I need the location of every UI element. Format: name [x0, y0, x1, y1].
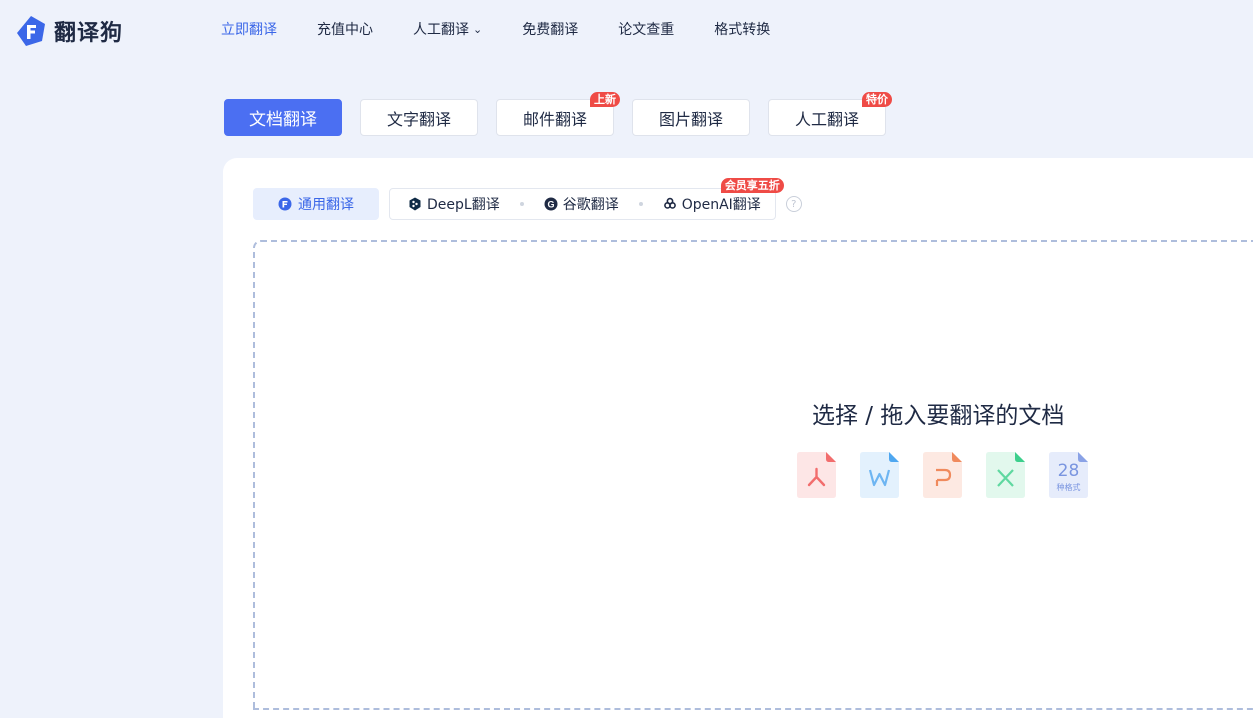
- new-badge: 上新: [590, 92, 620, 107]
- google-icon: G: [544, 197, 558, 211]
- excel-icon: [986, 452, 1025, 498]
- top-nav: 立即翻译 充值中心 人工翻译 ⌄ 免费翻译 论文查重 格式转换: [221, 20, 810, 40]
- general-translate-icon: [278, 197, 292, 211]
- tab-image-translation[interactable]: 图片翻译: [632, 99, 750, 136]
- supported-formats: 28 种格式: [797, 452, 1088, 498]
- engine-deepl[interactable]: DeepL翻译: [408, 194, 500, 214]
- tab-label: 文档翻译: [249, 110, 317, 130]
- file-dropzone[interactable]: [253, 240, 1253, 710]
- chevron-down-icon: ⌄: [473, 23, 483, 36]
- engine-selector: 通用翻译 DeepL翻译 G 谷歌翻译 OpenAI翻译 会员享五折 ?: [253, 178, 802, 220]
- member-discount-badge: 会员享五折: [720, 178, 784, 193]
- nav-item-recharge[interactable]: 充值中心: [317, 20, 373, 40]
- engine-label: OpenAI翻译: [681, 197, 761, 213]
- nav-item-human-translation[interactable]: 人工翻译 ⌄: [413, 20, 482, 40]
- tab-label: 人工翻译: [794, 109, 859, 129]
- nav-item-plagiarism-check[interactable]: 论文查重: [618, 20, 674, 40]
- openai-icon: [663, 197, 676, 209]
- engine-options: DeepL翻译 G 谷歌翻译 OpenAI翻译 会员享五折: [389, 178, 784, 220]
- special-price-badge: 特价: [862, 92, 892, 107]
- f-diamond-logo-icon: [17, 16, 45, 46]
- engine-openai[interactable]: OpenAI翻译: [663, 194, 761, 214]
- tab-label: 图片翻译: [658, 109, 723, 129]
- pdf-icon: [797, 452, 836, 498]
- engine-label: DeepL翻译: [427, 197, 500, 213]
- engine-google[interactable]: G 谷歌翻译: [544, 194, 619, 214]
- main-panel: 通用翻译 DeepL翻译 G 谷歌翻译 OpenAI翻译 会员享五折 ? 选择 …: [223, 158, 1253, 718]
- nav-item-translate-now[interactable]: 立即翻译: [221, 20, 277, 40]
- nav-label: 立即翻译: [221, 22, 277, 38]
- nav-label: 格式转换: [714, 22, 771, 38]
- more-formats-icon: 28 种格式: [1049, 452, 1088, 498]
- svg-text:G: G: [547, 199, 554, 209]
- brand-logo[interactable]: 翻译狗: [14, 14, 123, 48]
- brand-name: 翻译狗: [54, 21, 124, 46]
- deepl-icon: [409, 197, 421, 211]
- tab-human-translation[interactable]: 人工翻译 特价: [768, 92, 892, 136]
- tab-email-translation[interactable]: 邮件翻译 上新: [496, 92, 620, 136]
- tab-text-translation[interactable]: 文字翻译: [360, 99, 478, 136]
- separator-dot: [638, 202, 643, 206]
- engine-general-button[interactable]: 通用翻译: [253, 188, 379, 220]
- nav-label: 人工翻译: [413, 22, 469, 38]
- tab-label: 邮件翻译: [522, 109, 587, 129]
- engine-general-label: 通用翻译: [298, 197, 354, 213]
- tab-label: 文字翻译: [386, 109, 451, 129]
- nav-label: 免费翻译: [522, 22, 579, 38]
- help-glyph: ?: [791, 198, 797, 210]
- tab-document-translation[interactable]: 文档翻译: [224, 99, 342, 136]
- nav-item-free-translation[interactable]: 免费翻译: [522, 20, 578, 40]
- nav-item-format-convert[interactable]: 格式转换: [714, 20, 770, 40]
- separator-dot: [519, 202, 524, 206]
- nav-label: 论文查重: [618, 22, 675, 38]
- dropzone-title[interactable]: 选择 / 拖入要翻译的文档: [812, 396, 1064, 430]
- word-icon: [860, 452, 899, 498]
- help-icon[interactable]: ?: [785, 196, 802, 212]
- ppt-icon: [923, 452, 962, 498]
- format-count-label: 种格式: [1056, 483, 1081, 492]
- mode-tabs: 文档翻译 文字翻译 邮件翻译 上新 图片翻译 人工翻译 特价: [224, 92, 904, 136]
- nav-label: 充值中心: [317, 22, 373, 38]
- format-count: 28: [1057, 461, 1080, 481]
- engine-label: 谷歌翻译: [562, 197, 619, 213]
